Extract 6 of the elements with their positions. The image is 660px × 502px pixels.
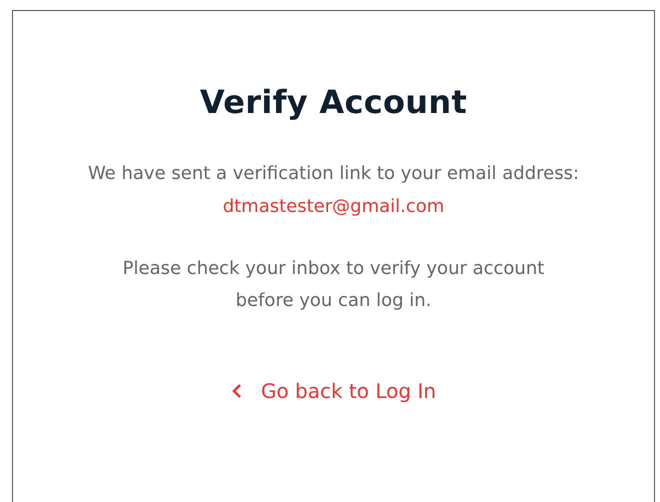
chevron-left-icon bbox=[230, 384, 243, 398]
back-to-login-link[interactable]: Go back to Log In bbox=[260, 379, 436, 403]
email-address: dtmastester@gmail.com bbox=[222, 196, 444, 217]
instructions-text: Please check your inbox to verify your account before you can log in. bbox=[122, 257, 546, 313]
page-title: Verify Account bbox=[200, 83, 468, 121]
message-text: We have sent a verification link to your email address: bbox=[88, 163, 580, 184]
